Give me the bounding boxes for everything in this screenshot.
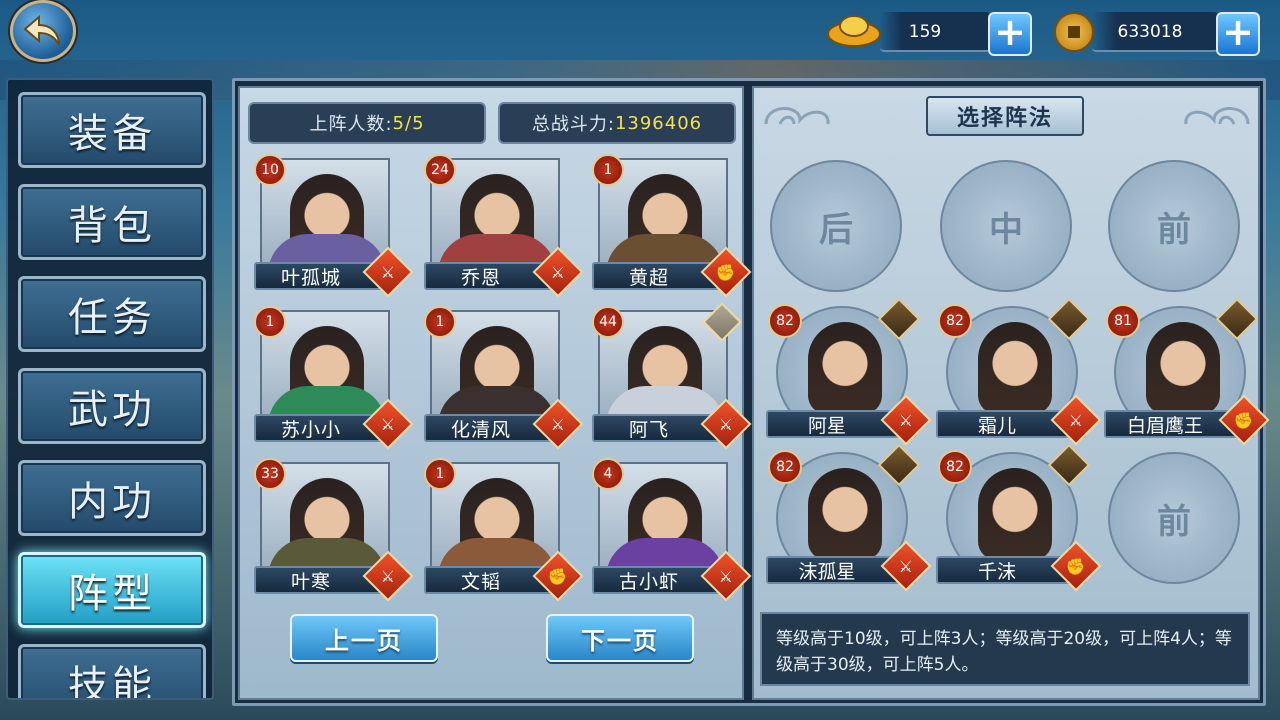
copper-coin-icon bbox=[1054, 12, 1094, 52]
cloud-ornament-icon bbox=[764, 107, 830, 125]
lineup-hero[interactable]: 霜儿 82 ⚔ bbox=[936, 297, 1102, 446]
tab-quests[interactable]: 任务 bbox=[18, 276, 206, 352]
tab-martial-arts[interactable]: 武功 bbox=[18, 368, 206, 444]
lineup-hero[interactable]: 沫孤星 82 ⚔ bbox=[766, 443, 932, 592]
hero-face bbox=[808, 322, 882, 414]
cloud-ornament-icon bbox=[1184, 107, 1250, 125]
sidebar: 装备 背包 任务 武功 内功 阵型 技能 bbox=[6, 78, 214, 700]
formation-description: 等级高于10级，可上阵3人；等级高于20级，可上阵4人；等级高于30级，可上阵5… bbox=[760, 612, 1250, 686]
roster-card[interactable]: 黄超 1 ✊ bbox=[592, 154, 752, 298]
hero-level-badge: 4 bbox=[592, 458, 624, 490]
hero-level-badge: 81 bbox=[1106, 304, 1140, 338]
team-count-value: 5/5 bbox=[392, 112, 425, 134]
roster-card[interactable]: 苏小小 1 ⚔ bbox=[254, 306, 414, 450]
lineup-hero[interactable]: 白眉鹰王 81 ✊ bbox=[1104, 297, 1270, 446]
hero-level-badge: 10 bbox=[254, 154, 286, 186]
tab-inner-power[interactable]: 内功 bbox=[18, 460, 206, 536]
team-count: 上阵人数: 5/5 bbox=[248, 102, 486, 144]
tab-formation[interactable]: 阵型 bbox=[18, 552, 206, 628]
power-value: 1396406 bbox=[614, 112, 703, 134]
roster-card[interactable]: 叶孤城 10 ⚔ bbox=[254, 154, 414, 298]
gold-value: 159 bbox=[908, 22, 942, 42]
hero-level-badge: 82 bbox=[938, 304, 972, 338]
formation-slot-front-empty[interactable]: 前 bbox=[1108, 452, 1240, 584]
select-formation-button[interactable]: 选择阵法 bbox=[926, 96, 1084, 136]
add-gold-button[interactable]: + bbox=[988, 12, 1032, 56]
hero-level-badge: 1 bbox=[592, 154, 624, 186]
gold-ingot-icon bbox=[826, 10, 882, 50]
hero-face bbox=[978, 322, 1052, 414]
hero-level-badge: 33 bbox=[254, 458, 286, 490]
roster-card[interactable]: 乔恩 24 ⚔ bbox=[424, 154, 584, 298]
prev-page-button[interactable]: 上一页 bbox=[290, 614, 438, 662]
hero-face bbox=[978, 468, 1052, 560]
hero-level-badge: 82 bbox=[938, 450, 972, 484]
power-label: 总战斗力: bbox=[531, 114, 615, 135]
formation-slot-front[interactable]: 前 bbox=[1108, 160, 1240, 292]
lineup-hero[interactable]: 千沫 82 ✊ bbox=[936, 443, 1102, 592]
total-power: 总战斗力: 1396406 bbox=[498, 102, 736, 144]
roster-card[interactable]: 阿飞 44 ⚔ bbox=[592, 302, 752, 450]
plus-icon: + bbox=[994, 10, 1026, 54]
hero-face bbox=[1146, 322, 1220, 414]
hero-level-badge: 44 bbox=[592, 306, 624, 338]
tab-bag[interactable]: 背包 bbox=[18, 184, 206, 260]
back-arrow-icon bbox=[23, 14, 60, 46]
hero-level-badge: 82 bbox=[768, 450, 802, 484]
formation-slot-middle[interactable]: 中 bbox=[940, 160, 1072, 292]
team-count-label: 上阵人数: bbox=[309, 114, 393, 135]
hero-face bbox=[808, 468, 882, 560]
formation-slot-back[interactable]: 后 bbox=[770, 160, 902, 292]
roster-card[interactable]: 化清风 1 ⚔ bbox=[424, 306, 584, 450]
tab-skills[interactable]: 技能 bbox=[18, 644, 206, 698]
tab-equipment[interactable]: 装备 bbox=[18, 92, 206, 168]
hero-level-badge: 1 bbox=[424, 306, 456, 338]
lineup-hero[interactable]: 阿星 82 ⚔ bbox=[766, 297, 932, 446]
hero-level-badge: 82 bbox=[768, 304, 802, 338]
back-button[interactable] bbox=[10, 0, 76, 62]
hero-level-badge: 24 bbox=[424, 154, 456, 186]
next-page-button[interactable]: 下一页 bbox=[546, 614, 694, 662]
roster-card[interactable]: 文韬 1 ✊ bbox=[424, 458, 584, 602]
hero-level-badge: 1 bbox=[424, 458, 456, 490]
roster-card[interactable]: 古小虾 4 ⚔ bbox=[592, 458, 752, 602]
add-coins-button[interactable]: + bbox=[1216, 12, 1260, 56]
plus-icon: + bbox=[1222, 10, 1254, 54]
roster-card[interactable]: 叶寒 33 ⚔ bbox=[254, 458, 414, 602]
coin-value: 633018 bbox=[1117, 22, 1183, 42]
hero-level-badge: 1 bbox=[254, 306, 286, 338]
